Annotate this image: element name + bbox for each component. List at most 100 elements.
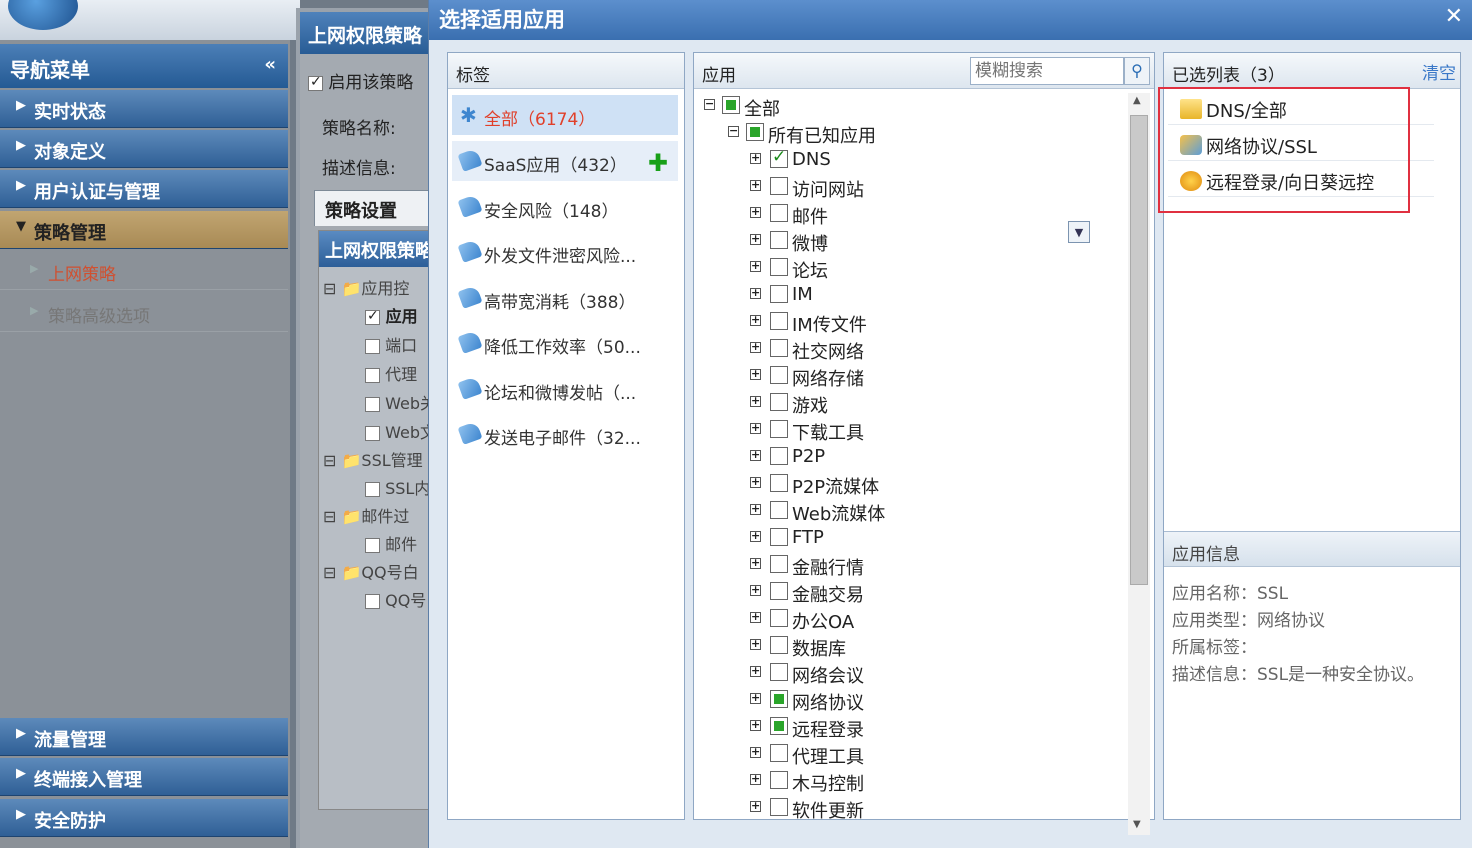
tab-policy-settings[interactable]: 策略设置 bbox=[314, 190, 440, 226]
app-tree-row[interactable]: + 网络协议 bbox=[750, 687, 1070, 714]
app-tree-row[interactable]: + 社交网络 bbox=[750, 336, 1070, 363]
app-tree-row[interactable]: + 网络会议 bbox=[750, 660, 1070, 687]
app-tree-row[interactable]: + 远程登录 bbox=[750, 714, 1070, 741]
expand-toggle-icon[interactable]: + bbox=[750, 368, 761, 380]
app-tree-row[interactable]: + 数据库 bbox=[750, 633, 1070, 660]
expand-toggle-icon[interactable]: + bbox=[750, 152, 761, 164]
checkbox[interactable] bbox=[770, 690, 788, 708]
search-icon[interactable]: ⚲ bbox=[1124, 57, 1150, 85]
tag-file-leak[interactable]: 外发文件泄密风险... bbox=[452, 232, 678, 272]
nav-item-endpoint[interactable]: ▶ 终端接入管理 bbox=[0, 758, 288, 796]
expand-toggle-icon[interactable]: + bbox=[750, 638, 761, 650]
expand-toggle-icon[interactable]: + bbox=[750, 287, 761, 299]
checkbox[interactable] bbox=[770, 447, 788, 465]
checkbox[interactable] bbox=[365, 308, 380, 325]
app-tree-row[interactable]: + 网络存储 bbox=[750, 363, 1070, 390]
nav-item-security[interactable]: ▶ 安全防护 bbox=[0, 799, 288, 837]
app-tree-row[interactable]: + P2P bbox=[750, 444, 1070, 470]
nav-item-auth[interactable]: ▶ 用户认证与管理 bbox=[0, 170, 288, 208]
checkbox[interactable] bbox=[770, 147, 788, 168]
app-tree-row[interactable]: + 木马控制 bbox=[750, 768, 1070, 795]
expand-toggle-icon[interactable]: + bbox=[750, 746, 761, 758]
expand-toggle-icon[interactable]: + bbox=[750, 557, 761, 569]
checkbox[interactable] bbox=[770, 582, 788, 600]
expand-toggle-icon[interactable]: + bbox=[750, 665, 761, 677]
expand-toggle-icon[interactable]: + bbox=[750, 503, 761, 515]
tag-security-risk[interactable]: 安全风险（148） bbox=[452, 187, 678, 227]
nav-item-policy[interactable]: ▼ 策略管理 bbox=[0, 211, 288, 249]
tree-node[interactable]: 端口 bbox=[365, 332, 417, 356]
checkbox[interactable] bbox=[770, 312, 788, 330]
checkbox[interactable] bbox=[365, 538, 380, 553]
close-icon[interactable]: ✕ bbox=[1445, 4, 1463, 29]
scroll-down-icon[interactable]: ▼ bbox=[1133, 819, 1141, 830]
expand-toggle-icon[interactable]: + bbox=[750, 179, 761, 191]
checkbox[interactable] bbox=[308, 74, 323, 91]
nav-sub-advanced[interactable]: ▶ 策略高级选项 bbox=[0, 292, 288, 332]
tree-node[interactable]: ⊟ 📁QQ号白 bbox=[323, 559, 419, 583]
tree-node[interactable]: SSL内 bbox=[365, 475, 430, 499]
checkbox[interactable] bbox=[770, 204, 788, 222]
app-tree-row[interactable]: + 游戏 bbox=[750, 390, 1070, 417]
app-tree-row[interactable]: + 软件更新 bbox=[750, 795, 1070, 822]
expand-toggle-icon[interactable]: + bbox=[750, 476, 761, 488]
checkbox[interactable] bbox=[770, 258, 788, 276]
checkbox[interactable] bbox=[770, 636, 788, 654]
app-tree-row[interactable]: + 代理工具 bbox=[750, 741, 1070, 768]
collapse-toggle-icon[interactable]: − bbox=[728, 125, 739, 137]
tree-node[interactable]: 代理 bbox=[365, 361, 417, 385]
app-tree-row[interactable]: + IM bbox=[750, 282, 1070, 308]
checkbox[interactable] bbox=[365, 339, 380, 354]
checkbox[interactable] bbox=[770, 420, 788, 438]
checkbox[interactable] bbox=[365, 482, 380, 497]
app-tree-row[interactable]: + 微博 bbox=[750, 228, 1070, 255]
nav-sub-web-policy[interactable]: ▶ 上网策略 bbox=[0, 250, 288, 290]
expand-toggle-icon[interactable]: + bbox=[750, 449, 761, 461]
checkbox[interactable] bbox=[770, 798, 788, 816]
tree-root[interactable]: − 全部 bbox=[704, 93, 904, 120]
app-tree-row[interactable]: + DNS bbox=[750, 147, 1070, 173]
checkbox[interactable] bbox=[365, 594, 380, 609]
checkbox[interactable] bbox=[770, 339, 788, 357]
expand-toggle-icon[interactable]: + bbox=[750, 395, 761, 407]
checkbox[interactable] bbox=[770, 366, 788, 384]
expand-toggle-icon[interactable]: + bbox=[750, 800, 761, 812]
expand-toggle-icon[interactable]: + bbox=[750, 422, 761, 434]
expand-toggle-icon[interactable]: + bbox=[750, 206, 761, 218]
tree-node[interactable]: Web关 bbox=[365, 390, 436, 414]
clear-button[interactable]: 清空 bbox=[1422, 59, 1456, 84]
expand-toggle-icon[interactable]: + bbox=[750, 692, 761, 704]
tag-all[interactable]: ✱ 全部（6174） bbox=[452, 95, 678, 135]
tag-saas[interactable]: SaaS应用（432） ✚ bbox=[452, 141, 678, 181]
expand-toggle-icon[interactable]: + bbox=[750, 719, 761, 731]
tag-email[interactable]: 发送电子邮件（32... bbox=[452, 414, 678, 454]
expand-toggle-icon[interactable]: + bbox=[750, 260, 761, 272]
app-tree-row[interactable]: + IM传文件 bbox=[750, 309, 1070, 336]
expand-toggle-icon[interactable]: + bbox=[750, 341, 761, 353]
search-input[interactable] bbox=[970, 57, 1124, 85]
app-tree-row[interactable]: + 办公OA bbox=[750, 606, 1070, 633]
app-tree-row[interactable]: + FTP bbox=[750, 525, 1070, 551]
checkbox[interactable] bbox=[770, 609, 788, 627]
chevron-down-icon[interactable]: ▼ bbox=[1068, 221, 1090, 243]
checkbox[interactable] bbox=[770, 501, 788, 519]
checkbox[interactable] bbox=[365, 368, 380, 383]
expand-toggle-icon[interactable]: + bbox=[750, 584, 761, 596]
checkbox[interactable] bbox=[365, 397, 380, 412]
checkbox[interactable] bbox=[770, 285, 788, 303]
collapse-icon[interactable]: « bbox=[264, 54, 276, 75]
app-tree-row[interactable]: + 金融交易 bbox=[750, 579, 1070, 606]
app-tree-row[interactable]: + 访问网站 bbox=[750, 174, 1070, 201]
nav-item-traffic[interactable]: ▶ 流量管理 bbox=[0, 718, 288, 756]
checkbox[interactable] bbox=[770, 231, 788, 249]
enable-policy-checkbox[interactable]: 启用该策略 bbox=[308, 68, 413, 93]
tree-node[interactable]: ⊟ 📁SSL管理 bbox=[323, 447, 423, 471]
expand-toggle-icon[interactable]: + bbox=[750, 314, 761, 326]
scrollbar[interactable]: ▲ ▼ bbox=[1128, 93, 1150, 835]
checkbox[interactable] bbox=[770, 555, 788, 573]
tree-node[interactable]: ⊟ 📁邮件过 bbox=[323, 503, 409, 527]
tree-node[interactable]: ⊟ 📁应用控 bbox=[323, 275, 409, 299]
checkbox[interactable] bbox=[746, 123, 764, 141]
scroll-up-icon[interactable]: ▲ bbox=[1133, 95, 1141, 106]
checkbox[interactable] bbox=[770, 393, 788, 411]
